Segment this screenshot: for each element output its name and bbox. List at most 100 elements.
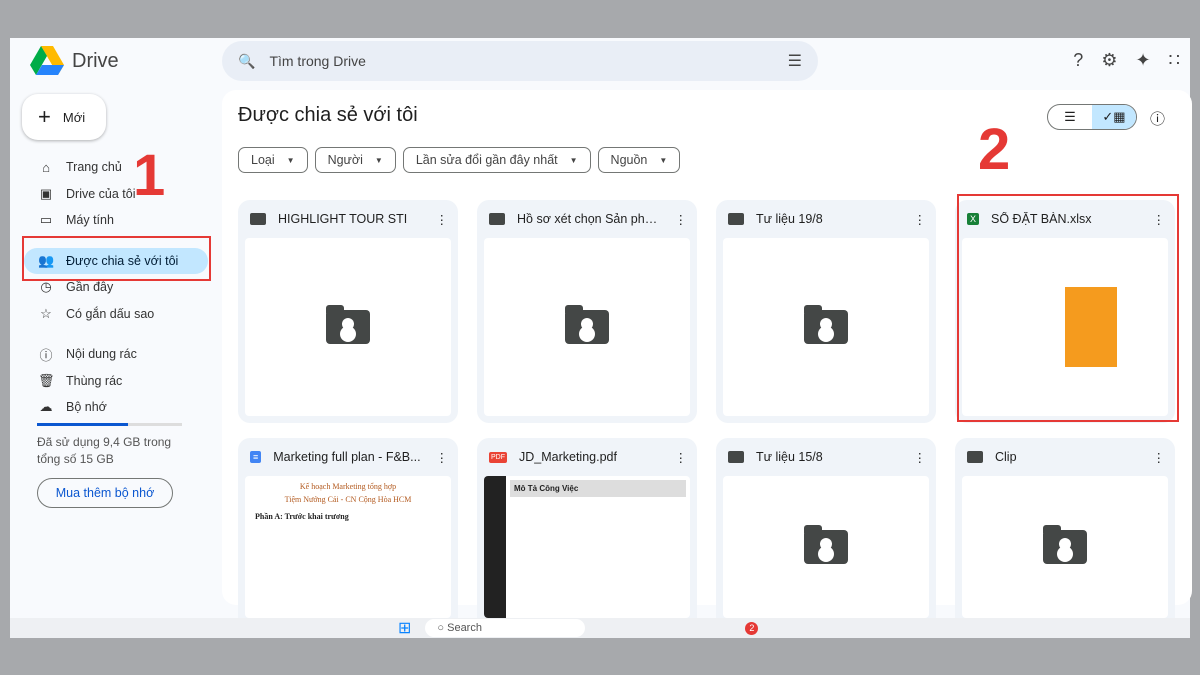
file-name: Marketing full plan - F&B... bbox=[273, 450, 421, 464]
folder-preview-icon bbox=[1043, 525, 1087, 564]
gemini-icon[interactable]: ✦ bbox=[1135, 50, 1150, 71]
filter-modified[interactable]: Lần sửa đổi gần đây nhất ▼ bbox=[402, 147, 591, 173]
annotation-number-2: 2 bbox=[978, 117, 1011, 182]
page-title: Được chia sẻ với tôi bbox=[238, 104, 418, 126]
file-preview bbox=[723, 238, 929, 416]
list-view-icon[interactable]: ☰ bbox=[1048, 105, 1092, 129]
sidebar-nav: ⌂ Trang chủ ▣ Drive của tôi ▭ Máy tính 👥 Đượ… bbox=[24, 154, 208, 421]
cloud-icon: ☁ bbox=[39, 399, 53, 415]
taskbar-search-label: Search bbox=[447, 622, 482, 634]
caret-down-icon: ▼ bbox=[659, 155, 668, 165]
notification-badge: 2 bbox=[745, 621, 759, 635]
more-options-icon[interactable]: ⋮ bbox=[436, 450, 449, 465]
file-preview bbox=[245, 238, 451, 416]
file-name: Tư liệu 19/8 bbox=[756, 212, 823, 226]
sidebar-item-home[interactable]: ⌂ Trang chủ bbox=[24, 154, 208, 181]
label: Máy tính bbox=[66, 213, 114, 228]
file-card[interactable]: Clip ⋮ bbox=[955, 438, 1175, 618]
more-options-icon[interactable]: ⋮ bbox=[1153, 450, 1166, 465]
label: Trang chủ bbox=[66, 160, 122, 175]
file-card[interactable]: Tư liệu 15/8 ⋮ bbox=[716, 438, 936, 618]
buy-storage-button[interactable]: Mua thêm bộ nhớ bbox=[37, 478, 173, 508]
file-card[interactable]: HIGHLIGHT TOUR STI ⋮ bbox=[238, 200, 458, 423]
file-preview: Kế hoạch Marketing tổng hợp Tiệm Nướng Cá… bbox=[245, 476, 451, 618]
preview-line: Phần A: Trước khai trương bbox=[255, 512, 349, 521]
sidebar-item-starred[interactable]: ☆ Có gắn dấu sao bbox=[24, 301, 208, 328]
caret-down-icon: ▼ bbox=[286, 155, 295, 165]
folder-preview-icon bbox=[326, 305, 370, 344]
annotation-number-1: 1 bbox=[133, 143, 166, 208]
label: Bộ nhớ bbox=[66, 400, 107, 415]
filter-source[interactable]: Nguồn ▼ bbox=[597, 147, 681, 173]
taskbar-search[interactable]: ○ Search bbox=[425, 619, 586, 637]
gear-icon[interactable]: ⚙ bbox=[1101, 50, 1117, 71]
grid-view-icon[interactable]: ✓▦ bbox=[1092, 105, 1136, 129]
more-options-icon[interactable]: ⋮ bbox=[914, 212, 927, 227]
sidebar-item-storage[interactable]: ☁ Bộ nhớ bbox=[24, 394, 208, 421]
sidebar-item-my-drive[interactable]: ▣ Drive của tôi bbox=[24, 181, 208, 208]
file-preview: Mô Tả Công Việc bbox=[484, 476, 690, 618]
shared-folder-icon bbox=[489, 213, 505, 225]
new-button[interactable]: + Mới bbox=[22, 94, 106, 140]
help-icon[interactable]: ? bbox=[1073, 50, 1083, 71]
file-preview bbox=[723, 476, 929, 618]
drive-logo-icon bbox=[30, 46, 64, 75]
computer-icon: ▭ bbox=[39, 212, 53, 228]
filter-options-icon[interactable]: ☰ bbox=[788, 51, 802, 71]
search-icon: 🔍 bbox=[238, 52, 256, 69]
shared-folder-icon bbox=[967, 451, 983, 463]
label: Loại bbox=[251, 153, 275, 167]
caret-down-icon: ▼ bbox=[374, 155, 383, 165]
more-options-icon[interactable]: ⋮ bbox=[675, 212, 688, 227]
view-toggle[interactable]: ☰ ✓▦ bbox=[1047, 104, 1137, 130]
more-options-icon[interactable]: ⋮ bbox=[914, 450, 927, 465]
preview-line: Tiệm Nướng Cái - CN Cộng Hòa HCM bbox=[284, 495, 412, 504]
windows-start-icon[interactable]: ⊞ bbox=[398, 618, 411, 638]
file-card[interactable]: ≡ Marketing full plan - F&B... ⋮ Kế hoạch M… bbox=[238, 438, 458, 618]
docs-icon: ≡ bbox=[250, 451, 262, 463]
star-icon: ☆ bbox=[40, 305, 52, 321]
apps-grid-icon[interactable]: ∷ bbox=[1169, 50, 1180, 71]
file-preview bbox=[484, 238, 690, 416]
search-input[interactable]: 🔍 Tìm trong Drive ☰ bbox=[222, 41, 818, 81]
info-icon[interactable]: ⓘ bbox=[1150, 108, 1165, 129]
shared-folder-icon bbox=[728, 451, 744, 463]
filter-type[interactable]: Loại ▼ bbox=[238, 147, 308, 173]
file-name: Hồ sơ xét chọn Sản phẩm,... bbox=[517, 212, 663, 226]
drive-icon: ▣ bbox=[39, 185, 53, 201]
label: Drive của tôi bbox=[66, 186, 136, 201]
highlight-box-1 bbox=[22, 236, 211, 281]
file-card[interactable]: PDF JD_Marketing.pdf ⋮ Mô Tả Công Việc bbox=[477, 438, 697, 618]
folder-preview-icon bbox=[565, 305, 609, 344]
drive-logo[interactable]: Drive bbox=[30, 46, 119, 76]
plus-icon: + bbox=[38, 104, 51, 129]
file-preview bbox=[962, 476, 1168, 618]
label: Lần sửa đổi gần đây nhất bbox=[415, 153, 558, 167]
label: Nguồn bbox=[610, 153, 648, 167]
preview-line: Kế hoạch Marketing tổng hợp bbox=[299, 482, 397, 491]
folder-preview-icon bbox=[804, 525, 848, 564]
shared-folder-icon bbox=[250, 213, 266, 225]
file-name: Clip bbox=[995, 450, 1017, 464]
storage-text: Đã sử dụng 9,4 GB trong tổng số 15 GB bbox=[37, 435, 172, 466]
app-name: Drive bbox=[72, 49, 119, 72]
file-card[interactable]: Tư liệu 19/8 ⋮ bbox=[716, 200, 936, 423]
sidebar-item-computers[interactable]: ▭ Máy tính bbox=[24, 207, 208, 234]
more-options-icon[interactable]: ⋮ bbox=[436, 212, 449, 227]
file-card[interactable]: Hồ sơ xét chọn Sản phẩm,... ⋮ bbox=[477, 200, 697, 423]
sidebar-item-spam[interactable]: ⓘ Nội dung rác bbox=[24, 341, 208, 368]
trash-icon: 🗑 bbox=[38, 372, 55, 388]
label: Gần đây bbox=[66, 280, 114, 295]
preview-line: Mô Tả Công Việc bbox=[510, 480, 686, 497]
filter-people[interactable]: Người ▼ bbox=[314, 147, 396, 173]
pdf-icon: PDF bbox=[489, 451, 507, 463]
storage-bar-fill bbox=[37, 423, 129, 426]
label: Người bbox=[327, 153, 363, 167]
file-name: Tư liệu 15/8 bbox=[756, 450, 823, 464]
new-label: Mới bbox=[62, 109, 86, 125]
sidebar-item-trash[interactable]: 🗑 Thùng rác bbox=[24, 368, 208, 395]
file-name: JD_Marketing.pdf bbox=[519, 450, 617, 464]
label: Nội dung rác bbox=[66, 347, 137, 362]
more-options-icon[interactable]: ⋮ bbox=[675, 450, 688, 465]
spam-icon: ⓘ bbox=[39, 347, 53, 363]
